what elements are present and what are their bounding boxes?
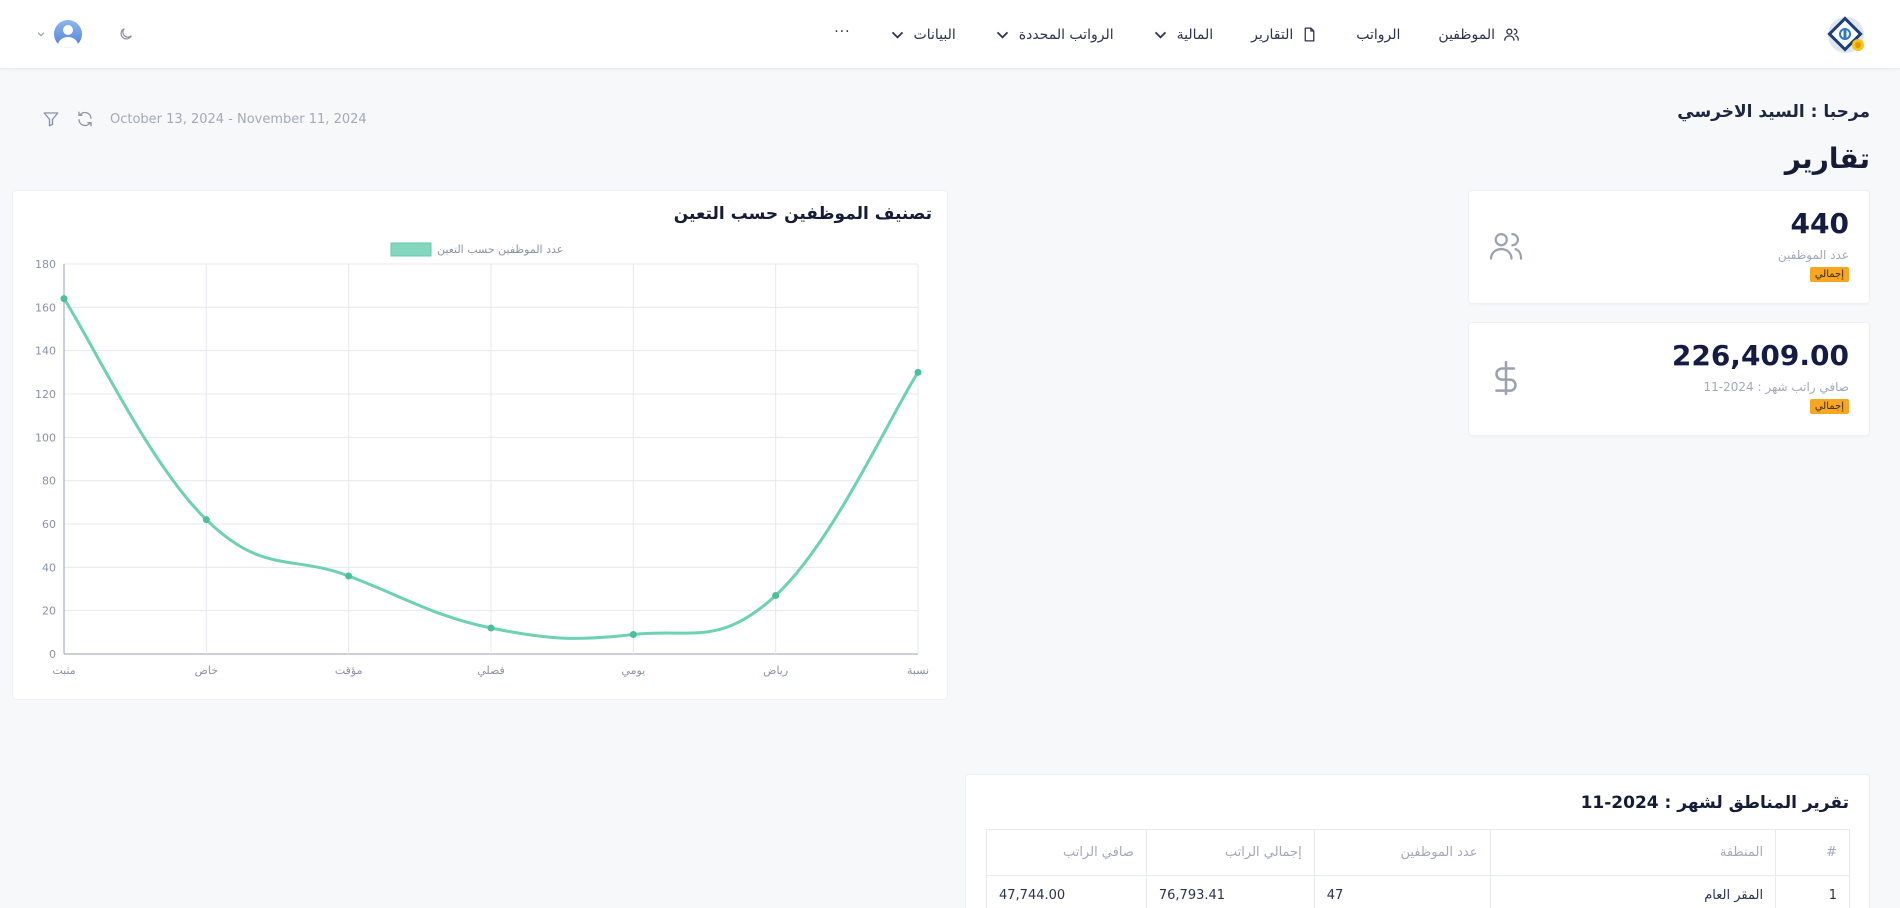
- cell-total-salary: 76,793.41: [1145, 875, 1315, 908]
- x-tick-label: فصلي: [477, 664, 505, 677]
- nav-salaries-label: الرواتب: [1356, 26, 1401, 43]
- col-header-region: المنطقة: [1489, 829, 1777, 876]
- page-title: تقارير: [1784, 142, 1870, 175]
- user-area: [36, 16, 134, 52]
- col-header-index: #: [1775, 829, 1850, 876]
- data-point: [202, 516, 210, 524]
- y-tick-label: 60: [42, 518, 56, 531]
- col-header-employees: عدد الموظفين: [1313, 829, 1491, 876]
- cell-employees: 47: [1313, 875, 1491, 908]
- nav-reports[interactable]: التقارير: [1251, 26, 1318, 43]
- date-range[interactable]: October 13, 2024 - November 11, 2024: [110, 112, 367, 127]
- col-header-net-salary: صافي الراتب: [986, 829, 1147, 876]
- x-tick-label: يومي: [621, 664, 645, 677]
- nav-data-label: البيانات: [913, 26, 956, 43]
- chevron-down-icon: [1154, 31, 1166, 39]
- net-salary-label: صافي راتب شهر : 2024-11: [1703, 380, 1849, 394]
- total-badge: إجمالي: [1809, 399, 1849, 414]
- table-row[interactable]: 1 المقر العام 47 76,793.41 47,744.00: [986, 875, 1850, 908]
- regions-report-card: تقرير المناطق لشهر : 2024-11 # المنطقة ع…: [965, 774, 1870, 908]
- cell-net-salary: 47,744.00: [986, 875, 1147, 908]
- table-header-row: # المنطقة عدد الموظفين إجمالي الراتب صاف…: [986, 829, 1850, 876]
- main-menu: الموظفين الرواتب التقارير المالية الروات…: [834, 0, 1520, 69]
- data-point: [772, 592, 780, 599]
- x-tick-label: مؤقت: [335, 664, 363, 677]
- chevron-down-icon: [891, 31, 903, 39]
- nav-fixed-salaries[interactable]: الرواتب المحددة: [994, 26, 1114, 43]
- employees-count-value: 440: [1790, 207, 1849, 240]
- y-tick-label: 0: [49, 648, 56, 661]
- cell-index: 1: [1775, 875, 1850, 908]
- employees-count-card: 440 عدد الموظفين إجمالي: [1468, 190, 1870, 304]
- regions-table: # المنطقة عدد الموظفين إجمالي الراتب صاف…: [986, 829, 1850, 908]
- appointment-chart-card: تصنيف الموظفين حسب التعين 0 20 40 60 80 100 12…: [12, 190, 948, 700]
- y-tick-label: 180: [35, 258, 56, 271]
- data-point: [629, 631, 637, 638]
- x-tick-label: رياض: [763, 664, 788, 677]
- y-tick-label: 120: [35, 388, 56, 401]
- greeting-text: مرحبا : السيد الاخرسي: [1677, 102, 1870, 122]
- refresh-icon[interactable]: [76, 110, 94, 128]
- y-tick-label: 160: [35, 301, 56, 314]
- data-point: [487, 624, 495, 632]
- y-tick-label: 140: [35, 345, 56, 358]
- users-icon: [1504, 28, 1519, 41]
- top-navbar: الموظفين الرواتب التقارير المالية الروات…: [0, 0, 1900, 69]
- nav-more[interactable]: ···: [834, 24, 850, 40]
- dollar-icon: [1495, 360, 1517, 396]
- report-toolbar: October 13, 2024 - November 11, 2024: [42, 108, 367, 130]
- employees-count-label: عدد الموظفين: [1777, 248, 1849, 262]
- chevron-down-icon: [996, 31, 1008, 39]
- moon-icon[interactable]: [118, 26, 134, 42]
- nav-employees[interactable]: الموظفين: [1438, 26, 1520, 43]
- net-salary-card: 226,409.00 صافي راتب شهر : 2024-11 إجمال…: [1468, 322, 1870, 436]
- legend-swatch: [390, 242, 432, 257]
- avatar[interactable]: [54, 20, 82, 48]
- data-point: [60, 295, 68, 303]
- file-icon: [1304, 27, 1315, 42]
- app-logo[interactable]: [1822, 14, 1868, 56]
- y-tick-label: 20: [42, 605, 56, 618]
- nav-finance-label: المالية: [1176, 26, 1214, 43]
- nav-finance[interactable]: المالية: [1152, 26, 1214, 43]
- total-badge: إجمالي: [1809, 267, 1849, 282]
- nav-data[interactable]: البيانات: [889, 26, 956, 43]
- nav-reports-label: التقارير: [1251, 26, 1294, 43]
- cell-region: المقر العام: [1489, 875, 1777, 908]
- appointment-line-chart: 0 20 40 60 80 100 120 140 160 180 مثبت خاص مؤقت فصلي ي…: [35, 242, 929, 677]
- nav-salaries[interactable]: الرواتب: [1356, 27, 1400, 43]
- y-tick-label: 40: [42, 561, 56, 574]
- legend-label: عدد الموظفين حسب التعين: [437, 243, 563, 256]
- chevron-down-icon[interactable]: [36, 29, 46, 39]
- nav-fixed-salaries-label: الرواتب المحددة: [1018, 26, 1114, 43]
- net-salary-value: 226,409.00: [1671, 339, 1849, 372]
- regions-report-title: تقرير المناطق لشهر : 2024-11: [1580, 793, 1849, 813]
- col-header-total-salary: إجمالي الراتب: [1145, 829, 1315, 876]
- x-tick-label: مثبت: [52, 664, 75, 677]
- x-tick-label: خاص: [195, 664, 218, 677]
- users-icon: [1489, 233, 1523, 260]
- data-point: [914, 368, 922, 376]
- y-tick-label: 80: [42, 475, 56, 488]
- y-tick-label: 100: [35, 431, 56, 444]
- filter-icon[interactable]: [42, 110, 60, 128]
- nav-employees-label: الموظفين: [1438, 26, 1495, 43]
- data-point: [345, 572, 353, 580]
- more-icon: ···: [834, 23, 851, 40]
- x-tick-label: نسبة: [907, 664, 929, 677]
